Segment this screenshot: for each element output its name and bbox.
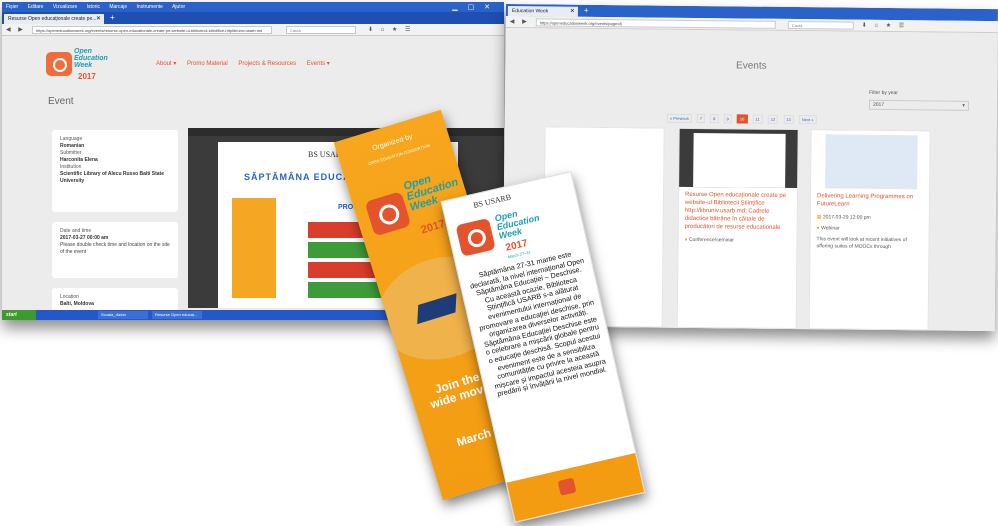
pdf-toolbar[interactable] [188,128,504,136]
pagination: « Previous 7 8 9 10 11 12 13 Next » [666,113,821,125]
event-card-title[interactable]: Delivering Learning Programmes on Future… [811,188,929,213]
toolbar-icons[interactable]: ⬇ ⌂ ★ ☰ [862,22,907,29]
event-card[interactable]: Resurse Open educaționale create pe webs… [676,127,799,330]
pdf-poster-thumb [232,198,276,298]
year-filter-value: 2017 [872,101,885,108]
pager-page[interactable]: 7 [696,114,706,124]
back-forward-icon[interactable]: ◀ ▶ [510,18,530,25]
event-date: 2017-03-29 12:00 pm [822,214,871,221]
pager-prev[interactable]: « Previous [666,113,692,123]
tab-title: Resurse Open educaționale create pe... [8,16,97,22]
camera-lens-icon [455,217,496,257]
nav-promo[interactable]: Promo Material [187,61,228,67]
main-nav: About ▾ Promo Material Projects & Resour… [156,60,339,67]
event-type: Conference/seminar [688,236,735,244]
submitter-value: Harconita Elena [60,157,98,163]
datetime-note: Please double check time and location on… [60,242,170,255]
chevron-down-icon: ▾ [962,102,965,109]
event-card-title[interactable]: Resurse Open educaționale create pe webs… [679,187,797,236]
close-icon[interactable]: ✕ [570,7,575,17]
bookmark-body-text: Săptămâna 27-31 martie este declarată, l… [469,249,608,399]
browser-tab[interactable]: Resurse Open educaționale create pe... ✕ [4,14,104,24]
logo-line-2: Education [74,55,108,62]
calendar-icon: ▦ [816,214,822,221]
language-label: Language [60,136,83,142]
tab-strip: Resurse Open educaționale create pe... ✕… [2,12,504,24]
pager-next[interactable]: Next » [798,115,817,125]
menu-tools[interactable]: Instrumente [137,4,163,10]
oew-year: 2017 [419,217,447,237]
camera-lens-icon [364,191,412,237]
bookmark-footer [506,452,645,522]
logo-line-3: Week [74,62,93,69]
nav-events[interactable]: Events ▾ [307,61,330,67]
pager-page-active[interactable]: 10 [736,114,748,124]
url-field[interactable]: https://openeducationweek.org/events/pag… [535,18,776,29]
submitter-label: Submitter [60,150,82,156]
pager-page[interactable]: 13 [783,114,794,125]
event-card-description: This event will look at recent initiativ… [816,236,907,251]
language-value: Romanian [60,143,85,149]
camera-lens-icon [557,477,577,496]
menu-edit[interactable]: Editare [28,4,44,10]
back-forward-icon[interactable]: ◀ ▶ [6,26,26,33]
menu-history[interactable]: Istoric [87,4,100,10]
location-value: Balti, Moldova [60,301,94,307]
nav-about[interactable]: About ▾ [156,61,176,67]
menu-bar: Fișier Editare Vizualizare Istoric Marca… [2,2,504,12]
toolbar-icons[interactable]: ⬇ ⌂ ★ ☰ [368,26,413,33]
start-button[interactable]: start [2,310,36,320]
event-thumbnail [811,130,930,190]
url-field[interactable]: https://openeducationweek.org/events/res… [32,26,272,34]
event-type-icon: ● [684,236,688,243]
usarb-header: BS USARB [472,192,512,210]
camera-lens-icon [46,52,72,76]
pager-page[interactable]: 9 [723,114,732,124]
oew-wordmark: Open Education Week [493,208,541,241]
event-date-card: Date and time 2017-03-27 00:00 am Please… [52,222,178,278]
menu-help[interactable]: Ajutor [172,4,185,10]
event-type: Webinar [821,225,840,232]
event-info-card: Language Romanian Submitter Harconita El… [52,130,178,212]
datetime-label: Date and time [60,228,92,234]
filter-label: Filter by year [869,89,899,97]
menu-bookmarks[interactable]: Marcaje [109,4,127,10]
search-input[interactable]: Caută [286,26,356,34]
datetime-value: 2017-03-27 00:00 am [60,235,109,241]
event-card[interactable]: Delivering Learning Programmes on Future… [808,129,931,331]
address-bar-row: ◀ ▶ https://openeducationweek.org/events… [2,24,504,36]
taskbar-item[interactable]: Scoala_dizion [98,311,148,319]
institution-label: Institution [60,164,82,170]
pager-page[interactable]: 11 [752,114,763,124]
new-tab-icon[interactable]: + [584,6,589,15]
event-thumbnail [679,128,798,189]
event-type-icon: ● [816,225,820,232]
pager-page[interactable]: 8 [710,114,719,124]
year-filter-select[interactable]: 2017 ▾ [868,99,970,111]
menu-file[interactable]: Fișier [6,4,18,10]
search-input[interactable]: Caută [787,20,854,30]
institution-value: Scientific Library of Alecu Russo Balti … [60,171,165,184]
oew-logo[interactable]: Open Education Week 2017 [46,44,108,88]
new-tab-icon[interactable]: + [110,13,115,22]
page-title: Event [48,96,74,107]
close-icon[interactable]: ✕ [96,14,101,24]
march-label: March [454,425,493,450]
nav-projects[interactable]: Projects & Resources [238,61,296,67]
taskbar-item[interactable]: Resurse Open educaț... [152,311,202,319]
menu-view[interactable]: Vizualizare [53,4,77,10]
site-header: Open Education Week 2017 About ▾ Promo M… [2,36,504,94]
logo-line-1: Open [74,48,92,55]
event-card-type: ● Conference/seminar [678,235,796,247]
pager-page[interactable]: 12 [767,114,779,124]
logo-year: 2017 [78,72,96,81]
location-label: Location [60,294,79,300]
tab-title: Education Week [511,8,549,15]
